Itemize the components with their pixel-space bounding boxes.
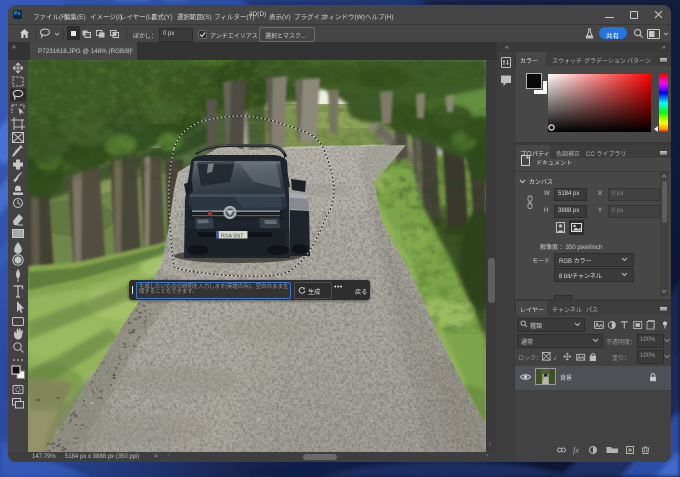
svg-text:RXA 5N7: RXA 5N7	[221, 233, 243, 239]
svg-text:fx: fx	[573, 446, 579, 455]
